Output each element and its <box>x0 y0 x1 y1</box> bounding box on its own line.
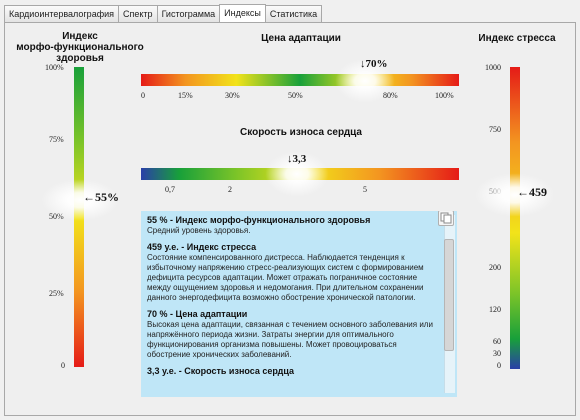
stress-title: Индекс стресса <box>478 33 556 44</box>
mfz-title-line1: Индекс <box>62 31 98 42</box>
copy-button[interactable] <box>438 211 454 226</box>
tab-statistics[interactable]: Статистика <box>264 5 323 22</box>
adapt-value: ↓70% <box>360 58 388 70</box>
tab-spectrum[interactable]: Спектр <box>118 5 158 22</box>
copy-icon <box>440 212 452 224</box>
adapt-tick-15: 15% <box>178 91 193 100</box>
tab-histogram[interactable]: Гистограмма <box>156 5 221 22</box>
tab-kig[interactable]: Кардиоинтервалография <box>4 5 120 22</box>
adapt-value-text: 70% <box>365 58 388 70</box>
adapt-tick-30: 30% <box>225 91 240 100</box>
adapt-scale-bar <box>141 74 459 86</box>
mfz-tick-25: 25% <box>49 289 64 298</box>
adapt-title: Цена адаптации <box>261 33 341 44</box>
stress-value-text: 459 <box>529 185 547 199</box>
adapt-tick-80: 80% <box>383 91 398 100</box>
info-text-stress: Состояние компенсированного дистресса. Н… <box>147 253 424 302</box>
info-heading-stress: 459 у.е. - Индекс стресса <box>147 242 257 252</box>
scrollbar-thumb[interactable] <box>444 239 454 351</box>
mfz-value: ←55% <box>83 190 119 205</box>
mfz-title-line2: морфо-функционального <box>16 42 144 53</box>
mfz-tick-75: 75% <box>49 135 64 144</box>
mfz-title: Индекс морфо-функционального здоровья <box>5 31 155 64</box>
tab-bar: Кардиоинтервалография Спектр Гистограмма… <box>4 4 323 23</box>
mfz-value-text: 55% <box>95 190 119 204</box>
stress-scale-bar <box>510 67 520 369</box>
vertical-scrollbar[interactable] <box>444 215 455 393</box>
wear-tick-5: 5 <box>363 185 367 194</box>
stress-tick-200: 200 <box>489 263 501 272</box>
info-heading-wear: 3,3 у.е. - Скорость износа сердца <box>147 366 295 376</box>
mfz-tick-100: 100% <box>45 63 64 72</box>
stress-tick-1000: 1000 <box>485 63 501 72</box>
adapt-tick-50: 50% <box>288 91 303 100</box>
stress-tick-120: 120 <box>489 305 501 314</box>
stress-tick-750: 750 <box>489 125 501 134</box>
wear-value-text: 3,3 <box>292 153 307 165</box>
stress-arrow-icon: ← <box>517 185 529 199</box>
adapt-tick-100: 100% <box>435 91 454 100</box>
wear-tick-07: 0,7 <box>165 185 175 194</box>
stress-tick-30: 30 <box>493 349 501 358</box>
interpretation-box[interactable]: 55 % - Индекс морфо-функционального здор… <box>141 211 457 397</box>
wear-tick-2: 2 <box>228 185 232 194</box>
interpretation-text: 55 % - Индекс морфо-функционального здор… <box>147 215 435 377</box>
info-heading-mfz: 55 % - Индекс морфо-функционального здор… <box>147 215 371 225</box>
stress-tick-0: 0 <box>497 361 501 370</box>
info-text-adapt: Высокая цена адаптации, связанная с тече… <box>147 320 433 359</box>
indices-panel: Индекс морфо-функционального здоровья 10… <box>4 22 576 416</box>
stress-value: ←459 <box>517 185 547 200</box>
mfz-arrow-icon: ← <box>83 190 95 204</box>
info-heading-adapt: 70 % - Цена адаптации <box>147 309 248 319</box>
adapt-tick-0: 0 <box>141 91 145 100</box>
wear-value: ↓3,3 <box>287 153 306 165</box>
tab-indices[interactable]: Индексы <box>219 4 266 23</box>
info-text-mfz: Средний уровень здоровья. <box>147 226 251 235</box>
wear-title: Скорость износа сердца <box>240 127 362 138</box>
mfz-tick-0: 0 <box>61 361 65 370</box>
stress-tick-60: 60 <box>493 337 501 346</box>
mfz-title-line3: здоровья <box>56 53 104 64</box>
